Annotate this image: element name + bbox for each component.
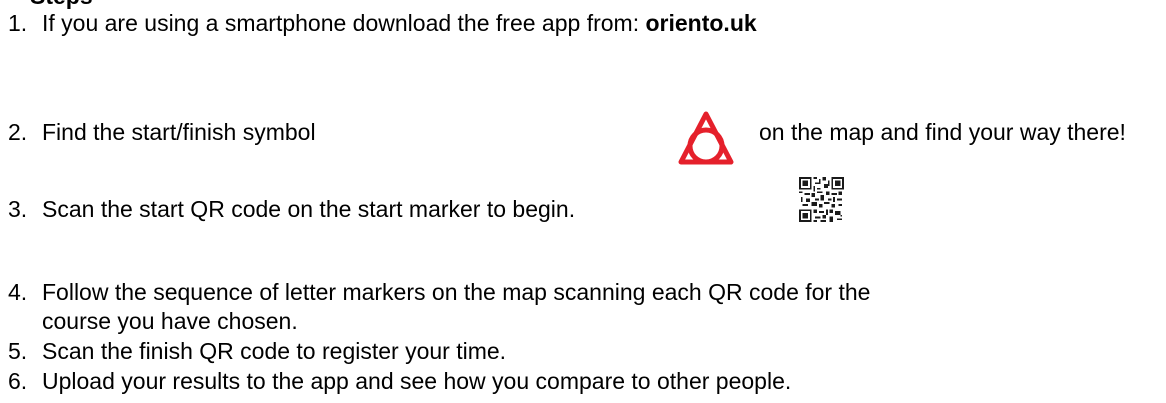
step-number: 3. — [8, 196, 28, 222]
step-2-text-before: Find the start/finish symbol — [42, 119, 316, 145]
qr-code-icon — [799, 177, 844, 222]
step-1-text: If you are using a smartphone download t… — [42, 10, 646, 36]
section-heading: Steps — [30, 0, 93, 10]
step-6-text: Upload your results to the app and see h… — [42, 368, 792, 394]
step-number: 5. — [8, 338, 28, 364]
step-number: 1. — [8, 10, 28, 36]
step-4-line-2: course you have chosen. — [42, 308, 298, 334]
step-4-line-1: Follow the sequence of letter markers on… — [42, 279, 871, 305]
step-3-text: Scan the start QR code on the start mark… — [42, 196, 576, 222]
step-2-text-after: on the map and find your way there! — [759, 119, 1126, 145]
step-number: 6. — [8, 368, 28, 394]
start-finish-triangle-circle-icon — [678, 111, 734, 165]
step-number: 2. — [8, 119, 28, 145]
step-5-text: Scan the finish QR code to register your… — [42, 338, 507, 364]
step-number: 4. — [8, 279, 28, 305]
step-text: If you are using a smartphone download t… — [42, 10, 757, 37]
app-link[interactable]: oriento.uk — [645, 10, 756, 36]
